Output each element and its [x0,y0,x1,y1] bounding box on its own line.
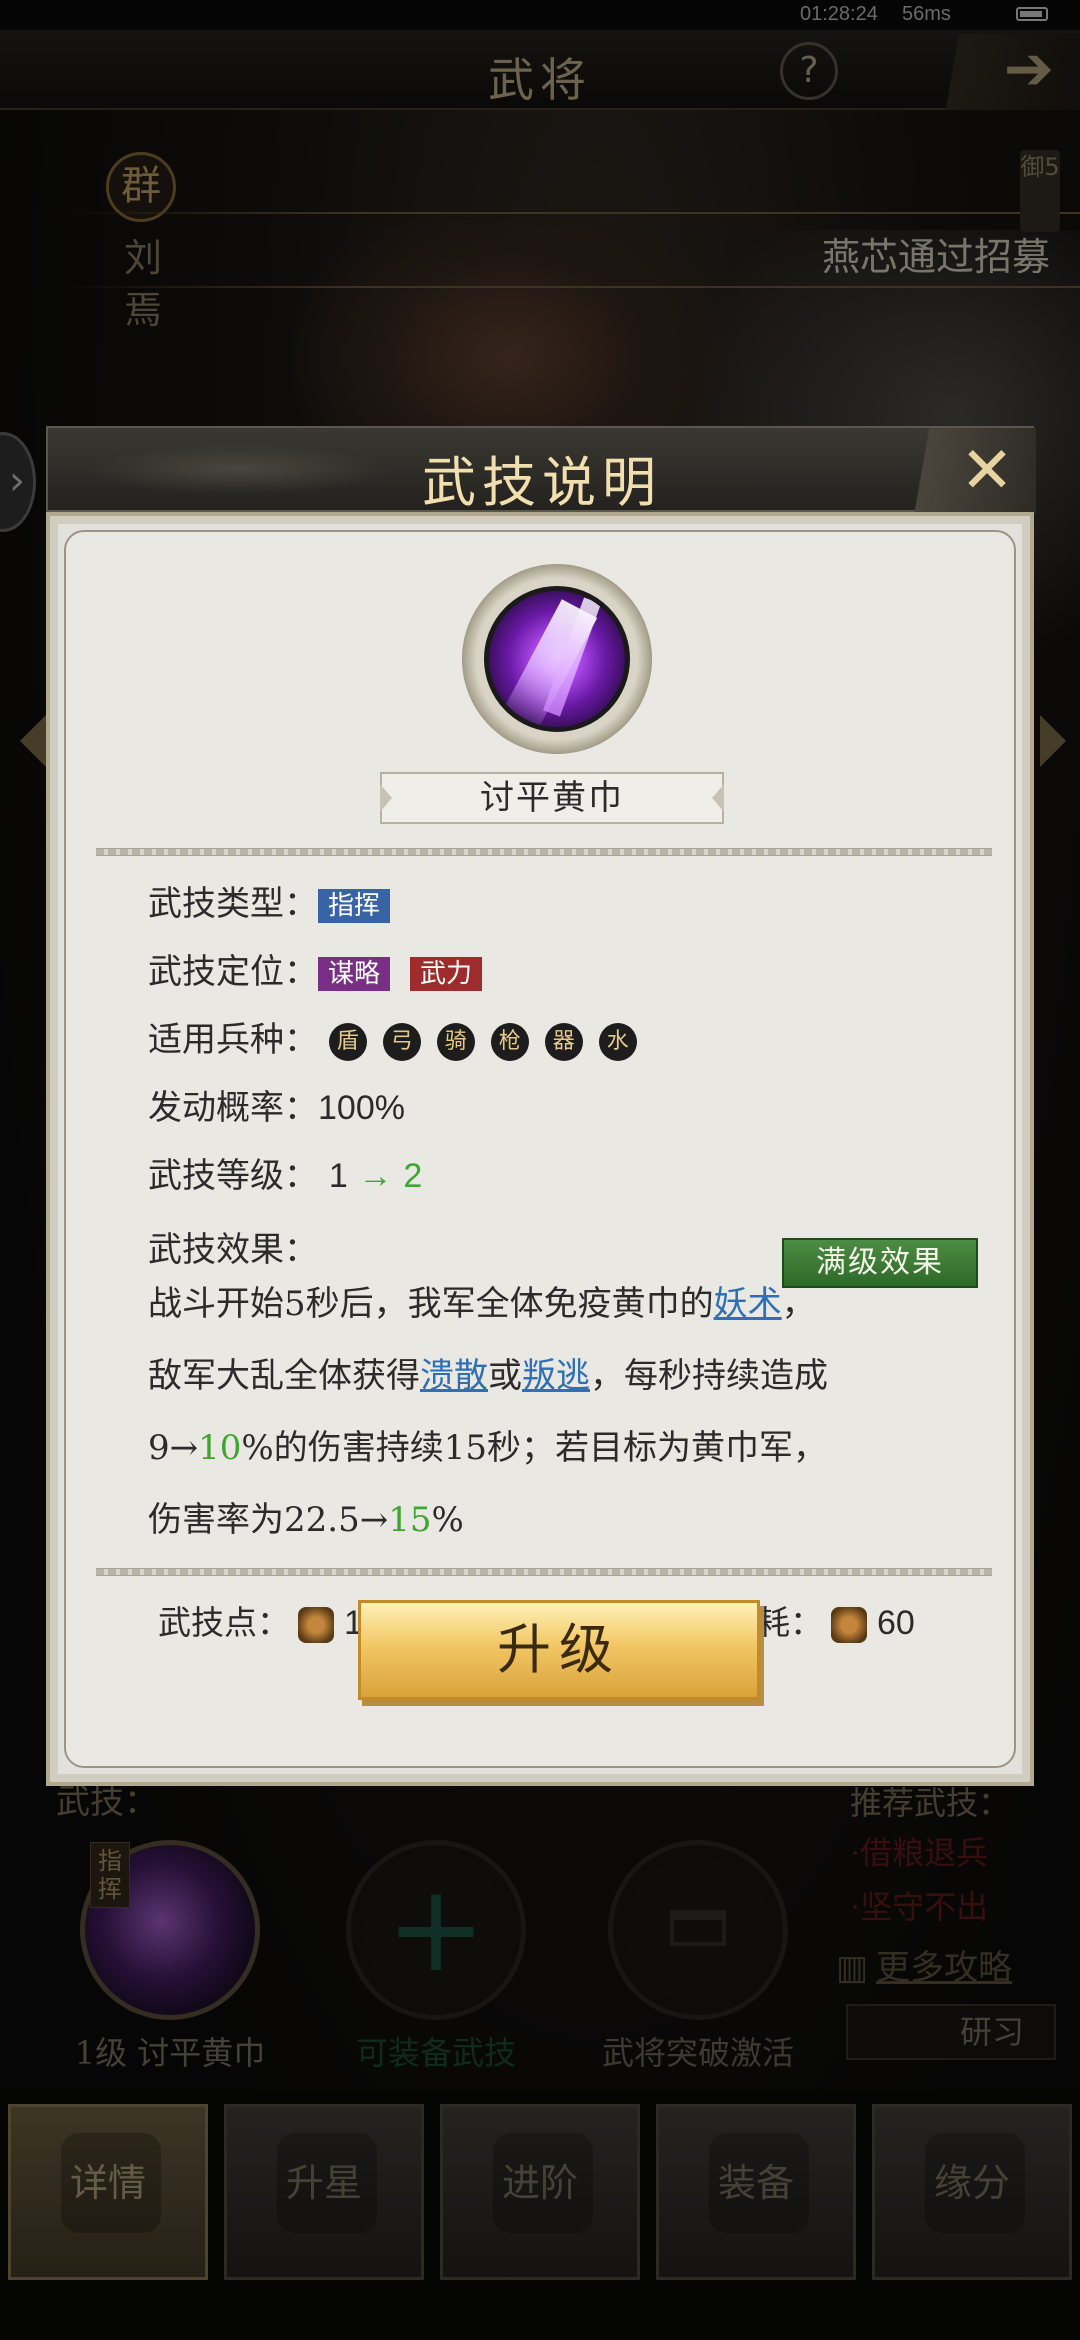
dialog-header: 武技说明 ✕ [46,426,1036,514]
defect-link[interactable]: 叛逃 [522,1356,590,1396]
skill-type-label: 武技类型： [148,884,318,924]
skill-level-current: 1 [328,1157,348,1195]
status-bar: 01:28:24 56ms [0,0,1080,30]
troop-type-row: 适用兵种： 盾弓骑枪器水 [148,1012,653,1061]
close-button[interactable]: ✕ [894,428,1036,514]
level-arrow-icon: → [358,1157,393,1195]
skill-icon-frame [462,564,652,754]
archer-troop-icon: 弓 [382,1023,421,1061]
skill-points-label: 武技点： [158,1603,290,1642]
navy-troop-icon: 水 [598,1023,637,1061]
skill-type-row: 武技类型： 指挥 [148,876,410,925]
skill-effect-line-2: 敌军大乱全体获得溃散或叛逃，每秒持续造成 [148,1356,828,1396]
status-time: 01:28:24 [800,3,878,25]
skill-level-next: 2 [403,1157,423,1195]
dialog-body: 讨平黄巾 武技类型： 指挥 武技定位： 谋略 武力 适用兵种： 盾弓骑枪器水 发动概率… [46,512,1034,1786]
divider [96,1568,992,1576]
battery-icon [1016,7,1048,21]
trigger-rate-value: 100% [318,1089,405,1127]
network-latency: 56ms [902,3,951,25]
shield-troop-icon: 盾 [328,1023,367,1061]
upgrade-button[interactable]: 升级 [358,1600,760,1700]
close-icon: ✕ [960,434,1014,508]
skill-effect-label: 武技效果： [148,1230,318,1270]
troop-type-label: 适用兵种： [148,1020,318,1060]
dialog-title: 武技说明 [422,451,662,514]
divider [96,848,992,856]
sorcery-link[interactable]: 妖术 [714,1284,782,1324]
skill-blade-icon [484,586,630,732]
skill-position-label: 武技定位： [148,952,318,992]
rout-link[interactable]: 溃散 [420,1356,488,1396]
spear-troop-icon: 枪 [490,1023,529,1061]
skill-point-icon [831,1607,867,1643]
skill-level-row: 武技等级： 1 → 2 [148,1148,422,1197]
skill-info-dialog: 武技说明 ✕ 讨平黄巾 武技类型： 指挥 武技定位： 谋略 武力 适用兵种： 盾弓骑枪… [46,426,1036,1786]
upgrade-cost-value: 60 [877,1604,915,1642]
position-tag-force: 武力 [410,957,483,991]
cavalry-troop-icon: 骑 [436,1023,475,1061]
skill-type-tag: 指挥 [318,889,391,923]
position-tag-strategy: 谋略 [318,957,391,991]
trigger-rate-label: 发动概率： [148,1088,318,1128]
skill-name: 讨平黄巾 [380,772,724,824]
skill-point-icon [298,1607,334,1643]
skill-position-row: 武技定位： 谋略 武力 [148,944,502,993]
trigger-rate-row: 发动概率：100% [148,1080,405,1129]
skill-level-label: 武技等级： [148,1156,318,1196]
skill-effect-line-1: 战斗开始5秒后，我军全体免疫黄巾的妖术， [148,1284,816,1324]
siege-troop-icon: 器 [544,1023,583,1061]
skill-effect-line-3: 9→10%的伤害持续15秒；若目标为黄巾军， [148,1428,827,1468]
skill-effect-line-4: 伤害率为22.5→15% [148,1500,464,1540]
dialog-content: 讨平黄巾 武技类型： 指挥 武技定位： 谋略 武力 适用兵种： 盾弓骑枪器水 发动概率… [64,530,1016,1768]
